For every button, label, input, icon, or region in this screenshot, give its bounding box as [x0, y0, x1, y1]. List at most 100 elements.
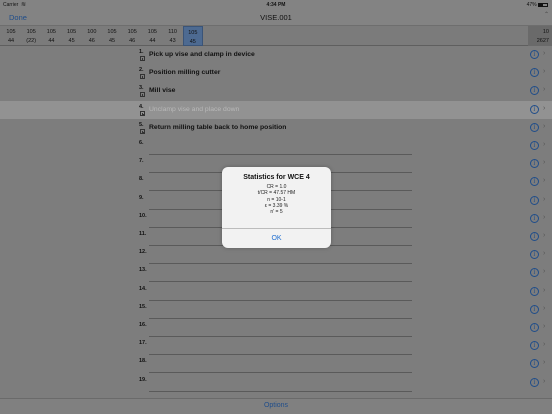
step-number: 14. — [139, 285, 147, 292]
chevron-right-icon[interactable]: › — [543, 177, 545, 184]
chevron-right-icon[interactable]: › — [543, 86, 545, 93]
cycle-column[interactable]: 105 46 — [122, 26, 142, 46]
info-icon[interactable]: i — [530, 341, 539, 351]
chevron-right-icon[interactable]: › — [543, 196, 545, 203]
info-icon[interactable]: i — [530, 323, 539, 332]
chevron-right-icon[interactable]: › — [543, 268, 545, 275]
step-number: 12. — [139, 249, 147, 256]
chevron-right-icon[interactable]: › — [543, 305, 545, 312]
cycle-column-top: 105 — [67, 29, 77, 35]
step-number: 6. — [139, 140, 144, 146]
chevron-right-icon[interactable]: › — [543, 341, 545, 348]
cycle-column[interactable]: 105 44 — [41, 26, 61, 46]
cycle-column[interactable]: 105 45 — [102, 26, 122, 46]
cycle-column[interactable]: 105 44 — [1, 26, 21, 46]
step-row[interactable]: 19. i › — [0, 374, 552, 392]
summary-count: 10 — [542, 29, 549, 35]
info-icon[interactable]: i — [530, 195, 539, 205]
step-row[interactable]: 5. Return milling table back to home posi… — [0, 119, 552, 137]
step-number: 16. — [139, 322, 147, 328]
cycle-column-top: 110 — [168, 29, 177, 35]
step-row[interactable]: 6. i › — [0, 137, 552, 155]
step-number: 3. — [139, 85, 144, 92]
step-number: 10. — [139, 212, 147, 219]
step-row[interactable]: 3. Mill vise i › — [0, 82, 552, 100]
step-row[interactable]: 16. i › — [0, 319, 552, 337]
cycle-column-top: 100 — [87, 29, 97, 35]
step-number: 8. — [139, 176, 144, 183]
info-icon[interactable]: i — [530, 141, 539, 150]
step-row[interactable]: 1. Pick up vise and clamp in device i › — [0, 46, 552, 64]
chevron-right-icon[interactable]: › — [543, 159, 545, 166]
info-icon[interactable]: i — [530, 232, 539, 241]
cycle-column[interactable]: 105 44 — [142, 26, 162, 46]
alert-title: Statistics for WCE 4 — [243, 174, 310, 181]
battery-indicator: 47% — [527, 2, 548, 8]
info-icon[interactable]: i — [530, 286, 539, 296]
step-row[interactable]: 2. Position milling cutter i › — [0, 64, 552, 82]
cycle-column-bottom: 44 — [7, 38, 15, 44]
ok-button[interactable]: OK — [222, 235, 331, 242]
info-icon[interactable]: i — [530, 250, 539, 260]
step-row[interactable]: 4. Unclamp vise and place down i › — [0, 100, 552, 119]
chevron-right-icon[interactable]: › — [543, 50, 545, 57]
step-row[interactable]: 15. i › — [0, 301, 552, 319]
checkbox-icon[interactable] — [140, 92, 145, 98]
step-row[interactable]: 12. i › — [0, 246, 552, 265]
chevron-right-icon[interactable]: › — [543, 323, 545, 330]
checkbox-icon[interactable] — [140, 56, 145, 61]
step-description: Pick up vise and clamp in device — [149, 51, 255, 58]
chevron-right-icon[interactable]: › — [543, 105, 545, 112]
chevron-right-icon[interactable]: › — [543, 378, 545, 385]
chevron-up-icon[interactable]: ⌃ — [544, 11, 549, 18]
info-icon[interactable]: i — [530, 104, 539, 114]
info-icon[interactable]: i — [530, 68, 539, 78]
step-row[interactable]: 17. i › — [0, 337, 552, 356]
options-button[interactable]: Options — [0, 402, 552, 409]
step-row[interactable]: 14. i › — [0, 283, 552, 301]
chevron-right-icon[interactable]: › — [543, 141, 545, 148]
step-number: 1. — [139, 49, 144, 55]
step-row[interactable]: 13. i › — [0, 264, 552, 283]
checkbox-icon[interactable] — [140, 128, 145, 134]
chevron-right-icon[interactable]: › — [543, 214, 545, 221]
info-icon[interactable]: i — [530, 50, 539, 59]
cycle-column-bottom: 46 — [88, 38, 95, 44]
chevron-right-icon[interactable]: › — [543, 287, 545, 294]
checkbox-icon[interactable] — [140, 74, 145, 80]
cycle-column-bottom: 44 — [149, 38, 156, 44]
cycle-column-bottom: 45 — [68, 38, 75, 44]
cycle-column[interactable]: 110 43 — [163, 26, 183, 46]
chevron-right-icon[interactable]: › — [543, 250, 545, 257]
cycle-column[interactable]: 100 46 — [82, 26, 102, 46]
alert-line: n' = 5 — [270, 209, 283, 216]
cycle-column[interactable]: 105 (22) — [21, 26, 41, 46]
cycle-column-top: 105 — [46, 29, 56, 35]
step-description: Position milling cutter — [149, 69, 221, 77]
cycle-column-top: 105 — [26, 29, 36, 35]
info-icon[interactable]: i — [530, 159, 539, 169]
info-icon[interactable]: i — [530, 359, 539, 369]
battery-percent: 47% — [526, 2, 537, 8]
page-title: VISE.001 — [260, 13, 292, 22]
info-icon[interactable]: i — [530, 86, 539, 96]
step-number: 17. — [139, 340, 147, 347]
info-icon[interactable]: i — [530, 177, 539, 187]
chevron-right-icon[interactable]: › — [543, 68, 545, 75]
chevron-right-icon[interactable]: › — [543, 123, 545, 130]
info-icon[interactable]: i — [530, 213, 539, 223]
step-description: Unclamp vise and place down — [149, 105, 240, 113]
info-icon[interactable]: i — [530, 268, 539, 278]
step-number: 5. — [139, 121, 144, 128]
cycle-column[interactable]: 105 45 — [182, 26, 203, 46]
info-icon[interactable]: i — [530, 122, 539, 132]
info-icon[interactable]: i — [530, 377, 539, 387]
step-row[interactable]: 18. i › — [0, 355, 552, 374]
step-number: 2. — [139, 67, 144, 74]
info-icon[interactable]: i — [530, 304, 539, 314]
cycle-column[interactable]: 105 45 — [62, 26, 82, 46]
checkbox-icon[interactable] — [140, 110, 145, 116]
chevron-right-icon[interactable]: › — [543, 359, 545, 366]
chevron-right-icon[interactable]: › — [543, 232, 545, 239]
navigation-bar: Done VISE.001 ⌃ — [0, 10, 552, 26]
